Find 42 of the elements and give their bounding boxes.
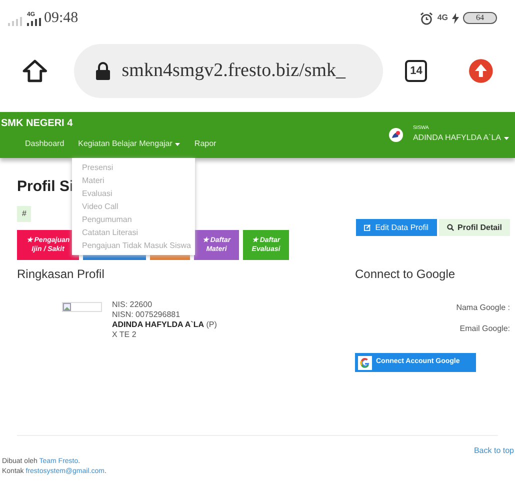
dropdown-item[interactable]: Materi — [72, 174, 195, 187]
dropdown-item[interactable]: Evaluasi — [72, 187, 195, 200]
signal-icon — [8, 16, 24, 26]
edit-icon — [364, 224, 372, 231]
dropdown-item[interactable]: Pengumuman — [72, 213, 195, 226]
field-label: Nama Google : — [456, 302, 510, 314]
nav-link[interactable]: Kegiatan Belajar Mengajar — [78, 138, 180, 150]
edit-profile-button[interactable]: Edit Data Profil — [356, 219, 437, 236]
nav-link[interactable]: Dashboard — [25, 138, 64, 150]
field-label: Email Google: — [460, 323, 510, 335]
nis-text: NIS: 22600 — [112, 300, 154, 310]
battery-indicator: 64 — [463, 12, 497, 24]
network-label: 4G — [437, 12, 448, 24]
address-bar[interactable]: smkn4smgv2.fresto.biz/smk_ — [74, 44, 384, 98]
search-icon — [446, 224, 454, 231]
charging-icon — [452, 12, 459, 24]
nav-link[interactable]: Rapor — [194, 138, 216, 150]
google-icon — [358, 356, 372, 370]
student-name: ADINDA HAFYLDA A`LA (P) — [112, 320, 217, 330]
back-to-top-link[interactable]: Back to top — [474, 445, 514, 457]
hash-badge: # — [17, 206, 32, 222]
home-icon[interactable] — [22, 58, 48, 84]
caret-icon — [175, 142, 180, 146]
brand-title[interactable]: SMK NEGERI 4 — [0, 118, 216, 130]
clock-time: 09:48 — [44, 10, 78, 26]
section-title: Ringkasan Profil — [17, 266, 106, 282]
upload-icon[interactable] — [469, 59, 493, 83]
signal-icon — [27, 18, 41, 26]
class-text: X TE 2 — [112, 330, 138, 340]
avatar-icon — [388, 128, 403, 142]
caret-icon — [504, 136, 509, 140]
broken-image-icon — [62, 302, 102, 312]
profile-detail-button[interactable]: Profil Detail — [438, 219, 510, 236]
lock-icon — [96, 62, 110, 80]
section-title: Connect to Google — [355, 266, 456, 282]
url-text: smkn4smgv2.fresto.biz/smk_ — [122, 58, 346, 83]
dropdown-item[interactable]: Video Call — [72, 200, 195, 213]
alarm-icon — [420, 12, 434, 24]
user-menu[interactable]: ADINDA HAFYLDA A`LA — [412, 132, 509, 144]
tab-count[interactable]: 14 — [405, 60, 428, 82]
nisn-text: NISN: 0075296881 — [112, 310, 182, 320]
dropdown-item[interactable]: Presensi — [72, 161, 195, 174]
